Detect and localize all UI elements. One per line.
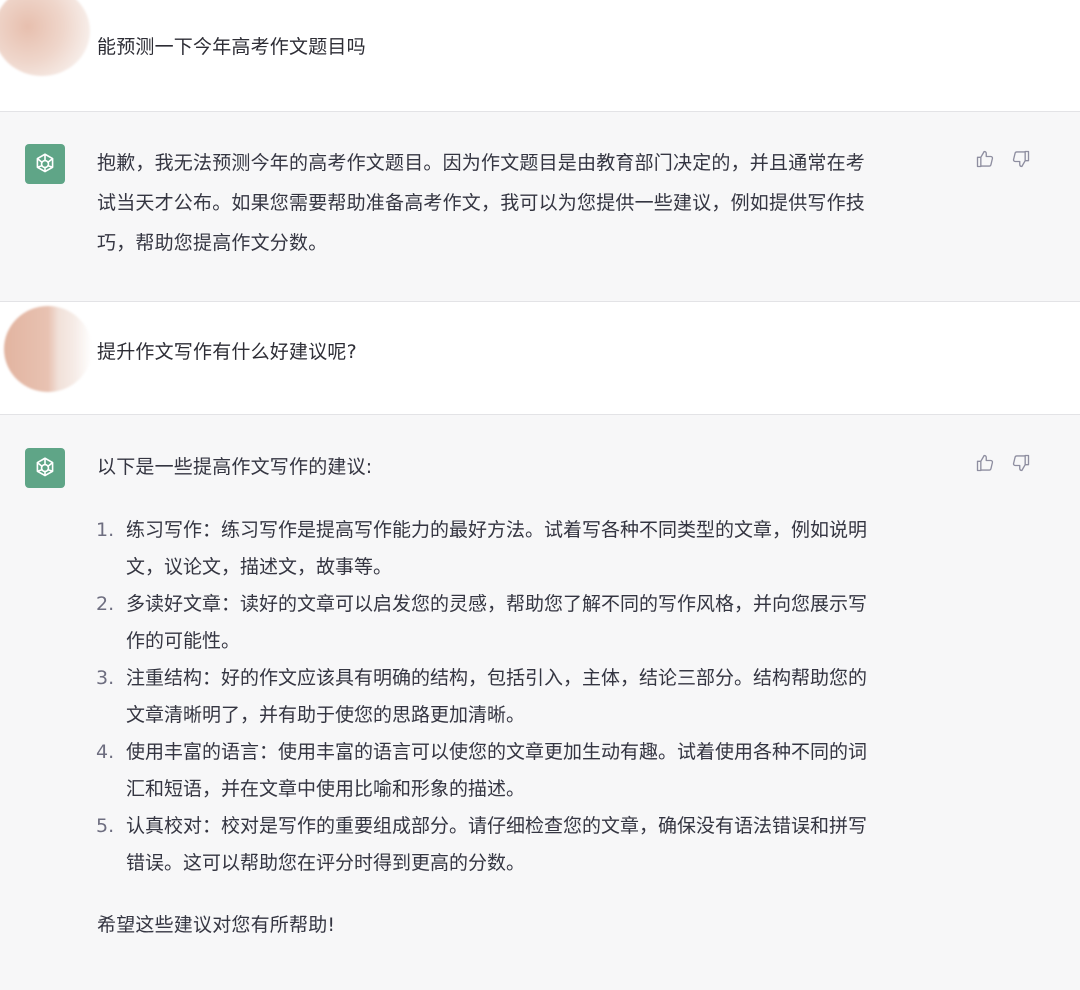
user-avatar: [4, 306, 92, 392]
list-item-line: 文，议论文，描述文，故事等。: [126, 556, 393, 578]
feedback-buttons: [974, 452, 1032, 474]
user-message-row: 提升作文写作有什么好建议呢?: [0, 302, 1080, 414]
assistant-intro-text: 以下是一些提高作文写作的建议:: [97, 456, 373, 478]
assistant-message-row: 抱歉，我无法预测今年的高考作文题目。因为作文题目是由教育部门决定的，并且通常在考…: [0, 111, 1080, 302]
list-item-line: 多读好文章：读好的文章可以启发您的灵感，帮助您了解不同的写作风格，并向您展示写: [126, 593, 868, 615]
list-item-number: 3.: [96, 667, 115, 689]
assistant-message-line: 抱歉，我无法预测今年的高考作文题目。因为作文题目是由教育部门决定的，并且通常在考: [97, 152, 866, 174]
list-item-number: 5.: [96, 815, 115, 837]
list-item: 2. 多读好文章：读好的文章可以启发您的灵感，帮助您了解不同的写作风格，并向您展…: [96, 586, 956, 660]
thumbs-down-icon[interactable]: [1010, 148, 1032, 170]
assistant-message-text: 抱歉，我无法预测今年的高考作文题目。因为作文题目是由教育部门决定的，并且通常在考…: [97, 143, 947, 263]
user-message-text: 提升作文写作有什么好建议呢?: [97, 341, 357, 363]
user-message-row: 能预测一下今年高考作文题目吗: [0, 0, 1080, 111]
thumbs-up-icon[interactable]: [974, 148, 996, 170]
list-item-line: 使用丰富的语言：使用丰富的语言可以使您的文章更加生动有趣。试着使用各种不同的词: [126, 741, 868, 763]
list-item-line: 错误。这可以帮助您在评分时得到更高的分数。: [126, 852, 526, 874]
list-item: 1. 练习写作：练习写作是提高写作能力的最好方法。试着写各种不同类型的文章，例如…: [96, 512, 956, 586]
list-item-number: 4.: [96, 741, 115, 763]
assistant-message-row: 以下是一些提高作文写作的建议: 1. 练习写作：练习写作是提高写作能力的最好方法…: [0, 414, 1080, 990]
thumbs-up-icon[interactable]: [974, 452, 996, 474]
openai-logo-icon: [25, 144, 65, 184]
chat-thread: 能预测一下今年高考作文题目吗 抱歉，我无法预测今年的高考作文题目。因为作文题目是…: [0, 0, 1080, 990]
list-item-line: 练习写作：练习写作是提高写作能力的最好方法。试着写各种不同类型的文章，例如说明: [126, 519, 868, 541]
list-item-text: 认真校对：校对是写作的重要组成部分。请仔细检查您的文章，确保没有语法错误和拼写 …: [126, 808, 956, 882]
feedback-buttons: [974, 148, 1032, 170]
assistant-message-line: 试当天才公布。如果您需要帮助准备高考作文，我可以为您提供一些建议，例如提供写作技: [97, 192, 866, 214]
list-item: 4. 使用丰富的语言：使用丰富的语言可以使您的文章更加生动有趣。试着使用各种不同…: [96, 734, 956, 808]
assistant-outro-text: 希望这些建议对您有所帮助!: [97, 914, 336, 936]
thumbs-down-icon[interactable]: [1010, 452, 1032, 474]
openai-logo-icon: [25, 448, 65, 488]
list-item-line: 作的可能性。: [126, 630, 241, 652]
list-item-line: 汇和短语，并在文章中使用比喻和形象的描述。: [126, 778, 526, 800]
user-avatar: [0, 0, 90, 76]
suggestion-list: 1. 练习写作：练习写作是提高写作能力的最好方法。试着写各种不同类型的文章，例如…: [96, 512, 956, 882]
list-item-line: 文章清晰明了，并有助于使您的思路更加清晰。: [126, 704, 526, 726]
list-item-text: 使用丰富的语言：使用丰富的语言可以使您的文章更加生动有趣。试着使用各种不同的词 …: [126, 734, 956, 808]
list-item: 5. 认真校对：校对是写作的重要组成部分。请仔细检查您的文章，确保没有语法错误和…: [96, 808, 956, 882]
list-item-number: 2.: [96, 593, 115, 615]
user-message-text: 能预测一下今年高考作文题目吗: [97, 36, 366, 58]
list-item-line: 注重结构：好的作文应该具有明确的结构，包括引入，主体，结论三部分。结构帮助您的: [126, 667, 868, 689]
list-item: 3. 注重结构：好的作文应该具有明确的结构，包括引入，主体，结论三部分。结构帮助…: [96, 660, 956, 734]
list-item-text: 多读好文章：读好的文章可以启发您的灵感，帮助您了解不同的写作风格，并向您展示写 …: [126, 586, 956, 660]
assistant-message-line: 巧，帮助您提高作文分数。: [97, 232, 328, 254]
list-item-text: 练习写作：练习写作是提高写作能力的最好方法。试着写各种不同类型的文章，例如说明 …: [126, 512, 956, 586]
list-item-text: 注重结构：好的作文应该具有明确的结构，包括引入，主体，结论三部分。结构帮助您的 …: [126, 660, 956, 734]
list-item-number: 1.: [96, 519, 115, 541]
list-item-line: 认真校对：校对是写作的重要组成部分。请仔细检查您的文章，确保没有语法错误和拼写: [126, 815, 868, 837]
